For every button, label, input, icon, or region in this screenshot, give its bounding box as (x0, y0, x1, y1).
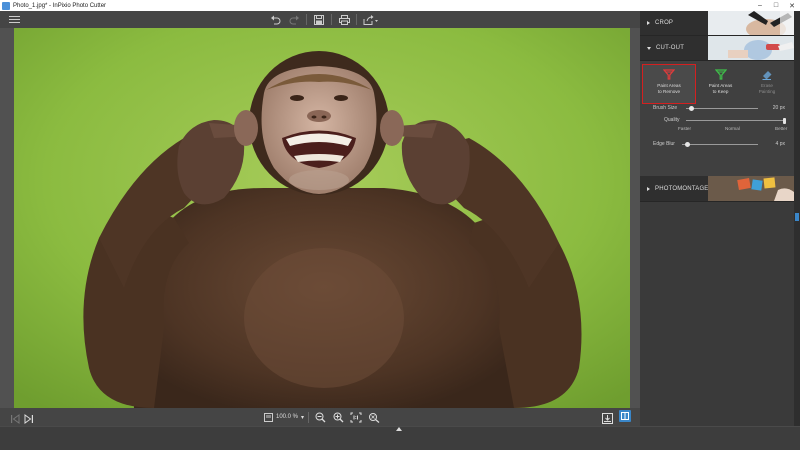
edited-photo[interactable] (14, 28, 630, 408)
crop-label: CROP (655, 20, 674, 26)
cutout-tools: Paint Areas to Remove Paint Areas to Keep … (640, 61, 794, 104)
edge-blur-value: 4 px (775, 141, 785, 147)
fit-image-icon (264, 412, 273, 422)
menu-icon[interactable] (9, 14, 20, 24)
app-window: Photo_1.jpg* - InPixio Photo Cutter – □ … (0, 0, 800, 450)
right-panel: CROP CUT-OUT Paint Areas to Remove Paint… (640, 11, 794, 426)
photomontage-thumbnail (708, 176, 794, 201)
toolbar-divider (331, 14, 332, 25)
share-icon[interactable] (362, 13, 380, 27)
expand-filmstrip-icon[interactable] (396, 427, 402, 431)
keep-brush-icon (714, 69, 727, 80)
slider-handle[interactable] (783, 117, 786, 124)
minimize-button[interactable]: – (752, 2, 768, 9)
chevron-down-icon (647, 46, 651, 50)
quality-option-faster: Faster (678, 126, 692, 131)
brush-size-label: Brush Size (653, 105, 678, 111)
slider-handle[interactable] (684, 142, 690, 147)
tool-label-line2: to Remove (657, 88, 681, 94)
eraser-icon (762, 71, 772, 80)
zoom-fit-icon[interactable] (367, 410, 381, 424)
edge-blur-slider[interactable] (682, 142, 758, 147)
quality-slider[interactable] (686, 117, 786, 124)
toolbar-divider (356, 14, 357, 25)
save-icon[interactable] (312, 13, 326, 27)
status-bar (0, 426, 800, 450)
tool-label-line1: Erase (760, 83, 773, 88)
cutout-section-header[interactable]: CUT-OUT (640, 36, 794, 61)
photomontage-label: PHOTOMONTAGE (655, 185, 709, 192)
chevron-right-icon (647, 186, 650, 191)
photomontage-section-header[interactable]: PHOTOMONTAGE (640, 176, 794, 202)
panel-scrollbar[interactable] (794, 11, 800, 426)
edge-blur-label: Edge Blur (653, 141, 675, 147)
tool-label-line2: to Keep (712, 88, 729, 94)
actual-size-icon[interactable] (349, 410, 363, 424)
paint-keep-tool-button[interactable]: Paint Areas to Keep (700, 65, 742, 103)
zoom-level-dropdown[interactable]: 100.0 % ▾ (264, 412, 305, 422)
tool-label-line1: Paint Areas (708, 83, 733, 88)
chevron-down-icon: ▾ (301, 414, 305, 421)
chevron-right-icon (647, 21, 650, 25)
cutout-thumbnail (708, 36, 794, 60)
remove-brush-icon (663, 69, 675, 80)
title-bar: Photo_1.jpg* - InPixio Photo Cutter – □ … (0, 0, 800, 11)
tool-label-line1: Paint Areas (657, 83, 681, 88)
zoom-level-value: 100.0 % (276, 414, 299, 420)
zoom-out-icon[interactable] (313, 410, 327, 424)
quality-label: Quality (664, 117, 680, 123)
brush-size-slider[interactable] (686, 106, 758, 111)
top-toolbar (0, 11, 640, 28)
redo-icon[interactable] (287, 13, 301, 27)
cutout-label: CUT-OUT (656, 45, 685, 51)
zoom-in-icon[interactable] (331, 410, 345, 424)
toolbar-divider (306, 14, 307, 25)
quality-option-better: Better (775, 126, 788, 131)
bottom-toolbar: 100.0 % ▾ (0, 408, 640, 426)
app-icon (2, 1, 10, 10)
quality-option-normal: Normal (725, 126, 740, 131)
cutout-options: Paint Areas to Remove Paint Areas to Keep … (640, 61, 794, 176)
print-icon[interactable] (337, 13, 351, 27)
toolbar-actions (268, 11, 380, 28)
crop-thumbnail (708, 11, 794, 35)
slider-handle[interactable] (689, 106, 695, 111)
close-button[interactable]: ✕ (784, 2, 800, 10)
photo-canvas[interactable] (0, 28, 640, 408)
tool-label-line2: Painting (758, 88, 776, 94)
paint-remove-tool-button[interactable]: Paint Areas to Remove (642, 64, 696, 104)
undo-icon[interactable] (268, 13, 282, 27)
window-title: Photo_1.jpg* - InPixio Photo Cutter (13, 2, 107, 9)
toolbar-divider (308, 411, 310, 423)
scrollbar-indicator (795, 213, 799, 221)
compare-view-icon[interactable] (619, 410, 631, 422)
crop-section-header[interactable]: CROP (640, 11, 794, 36)
erase-painting-tool-button[interactable]: Erase Painting (746, 65, 788, 103)
zoom-controls: 100.0 % ▾ (264, 409, 381, 425)
maximize-button[interactable]: □ (768, 2, 784, 9)
brush-size-value: 20 px (772, 105, 785, 111)
